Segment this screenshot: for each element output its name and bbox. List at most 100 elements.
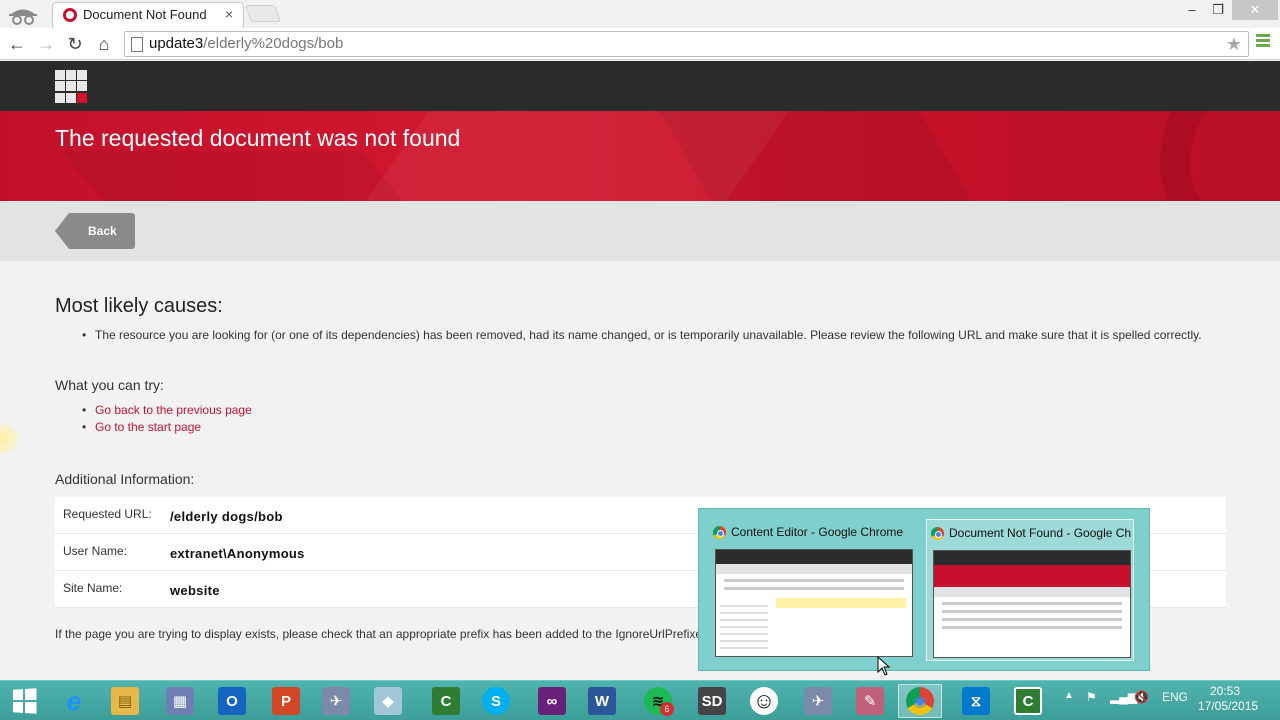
taskbar-smiley-tool[interactable]: ☺ xyxy=(742,684,786,718)
browser-toolbar: ← → ↻ ⌂ update3/elderly%20dogs/bob ★ xyxy=(0,28,1280,60)
taskbar-word[interactable]: W xyxy=(580,684,624,718)
previous-page-link[interactable]: Go back to the previous page xyxy=(95,403,252,417)
taskbar-file-explorer[interactable]: ▤ xyxy=(103,684,147,718)
site-logo-icon[interactable] xyxy=(55,70,88,103)
address-bar[interactable]: update3/elderly%20dogs/bob ★ xyxy=(124,31,1249,57)
taskbar-thumbnail-popup: Content Editor - Google Chrome Document … xyxy=(698,508,1150,671)
camtasia-2-icon: C xyxy=(1014,687,1042,715)
tab-document-not-found[interactable]: Document Not Found × xyxy=(52,2,244,28)
url-host: update3 xyxy=(149,35,204,52)
satellite-tool-icon: ✈ xyxy=(322,687,350,715)
try-item: Go to the start page xyxy=(82,419,252,436)
satellite-tool-2-icon: ✈ xyxy=(804,687,832,715)
paint-tool-icon: ✎ xyxy=(856,687,884,715)
taskbar-skype[interactable]: S xyxy=(474,684,518,718)
back-arrow-icon[interactable]: ← xyxy=(5,32,29,56)
tray-expand-icon[interactable]: ▲ xyxy=(1064,690,1074,701)
info-label: Site Name: xyxy=(63,581,123,595)
footnote-text: If the page you are trying to display ex… xyxy=(55,627,705,641)
taskbar-camtasia-2[interactable]: C xyxy=(1006,684,1050,718)
spotify-badge: 6 xyxy=(660,702,674,716)
page-icon xyxy=(131,37,143,52)
mouse-pointer-icon xyxy=(877,656,891,676)
tab-close-icon[interactable]: × xyxy=(225,6,233,22)
volume-muted-icon[interactable]: 🔇 xyxy=(1134,690,1149,704)
site-header xyxy=(0,61,1280,111)
file-explorer-icon: ▤ xyxy=(111,687,139,715)
try-heading: What you can try: xyxy=(55,377,164,393)
page-title: The requested document was not found xyxy=(55,125,461,151)
camtasia-icon: C xyxy=(432,687,460,715)
taskbar-internet-explorer[interactable]: e xyxy=(52,684,96,718)
chrome-icon: ◉ xyxy=(906,687,934,715)
url-text[interactable]: update3/elderly%20dogs/bob xyxy=(149,35,343,52)
try-list: Go back to the previous page Go to the s… xyxy=(82,402,252,436)
clock-date: 17/05/2015 xyxy=(1198,699,1259,713)
back-button[interactable]: Back xyxy=(55,213,135,249)
back-bar: Back xyxy=(0,201,1280,261)
taskbar-satellite-tool[interactable]: ✈ xyxy=(314,684,358,718)
thumbnail-preview xyxy=(715,549,913,657)
taskbar-visual-studio[interactable]: ∞ xyxy=(530,684,574,718)
causes-heading: Most likely causes: xyxy=(55,295,223,317)
try-item: Go back to the previous page xyxy=(82,402,252,419)
word-icon: W xyxy=(588,687,616,715)
tab-title: Document Not Found xyxy=(83,7,207,22)
taskbar-powerpoint[interactable]: P xyxy=(264,684,308,718)
maximize-button[interactable]: ❐ xyxy=(1206,0,1230,20)
incognito-icon xyxy=(9,9,37,25)
smiley-tool-icon: ☺ xyxy=(750,687,778,715)
visual-studio-icon: ∞ xyxy=(538,687,566,715)
thumbnail-preview xyxy=(933,550,1131,658)
outlook-icon: O xyxy=(218,687,246,715)
forward-arrow-icon[interactable]: → xyxy=(34,32,58,56)
taskbar-outlook[interactable]: O xyxy=(210,684,254,718)
browser-titlebar: Document Not Found × – ❐ ✕ xyxy=(0,0,1280,28)
notes-tool-icon: ◆ xyxy=(374,687,402,715)
language-indicator[interactable]: ENG xyxy=(1162,690,1188,704)
taskbar-server-tool[interactable]: ▦ xyxy=(158,684,202,718)
thumbnail-title: Content Editor - Google Chrome xyxy=(731,525,904,539)
tray-flag-icon[interactable]: ⚑ xyxy=(1086,690,1097,704)
thumbnail-content-editor[interactable]: Content Editor - Google Chrome xyxy=(709,519,915,659)
info-value: website xyxy=(170,583,220,598)
taskbar-vscode[interactable]: ⧖ xyxy=(954,684,998,718)
cause-item: The resource you are looking for (or one… xyxy=(82,327,1202,344)
clock-time: 20:53 xyxy=(1209,684,1241,698)
info-heading: Additional Information: xyxy=(55,471,195,487)
thumbnail-title: Document Not Found - Google Chrome xyxy=(949,526,1131,540)
skype-icon: S xyxy=(482,687,510,715)
start-page-link[interactable]: Go to the start page xyxy=(95,420,201,434)
chrome-icon xyxy=(713,526,726,539)
taskbar-notes-tool[interactable]: ◆ xyxy=(366,684,410,718)
network-signal-icon[interactable]: ▂▄▆ xyxy=(1110,690,1137,704)
info-value: /elderly dogs/bob xyxy=(170,509,283,524)
close-window-button[interactable]: ✕ xyxy=(1232,0,1278,20)
thumbnail-document-not-found[interactable]: Document Not Found - Google Chrome xyxy=(926,519,1134,661)
internet-explorer-icon: e xyxy=(66,685,82,716)
minimize-button[interactable]: – xyxy=(1180,0,1204,20)
error-banner: The requested document was not found xyxy=(0,111,1280,201)
taskbar-sd-tool[interactable]: SD xyxy=(690,684,734,718)
windows-logo-icon xyxy=(12,688,37,714)
new-tab-button[interactable] xyxy=(244,5,282,22)
sd-tool-icon: SD xyxy=(698,687,726,715)
start-button[interactable] xyxy=(2,684,46,718)
browser-menu-icon[interactable] xyxy=(1256,34,1270,54)
taskbar-camtasia[interactable]: C xyxy=(424,684,468,718)
info-value: extranet\Anonymous xyxy=(170,546,305,561)
system-clock[interactable]: 20:53 17/05/2015 xyxy=(1198,684,1259,714)
taskbar-chrome[interactable]: ◉ xyxy=(898,684,942,718)
url-path: /elderly%20dogs/bob xyxy=(203,35,344,52)
info-label: User Name: xyxy=(63,544,128,558)
bookmark-star-icon[interactable]: ★ xyxy=(1226,34,1242,55)
info-label: Requested URL: xyxy=(63,507,152,521)
taskbar-spotify[interactable]: ≋ 6 xyxy=(636,684,680,718)
reload-icon[interactable]: ↻ xyxy=(63,32,87,56)
site-favicon-icon xyxy=(63,8,77,22)
home-icon[interactable]: ⌂ xyxy=(92,32,116,56)
taskbar-satellite-tool-2[interactable]: ✈ xyxy=(796,684,840,718)
server-tool-icon: ▦ xyxy=(166,687,194,715)
taskbar-paint-tool[interactable]: ✎ xyxy=(848,684,892,718)
powerpoint-icon: P xyxy=(272,687,300,715)
